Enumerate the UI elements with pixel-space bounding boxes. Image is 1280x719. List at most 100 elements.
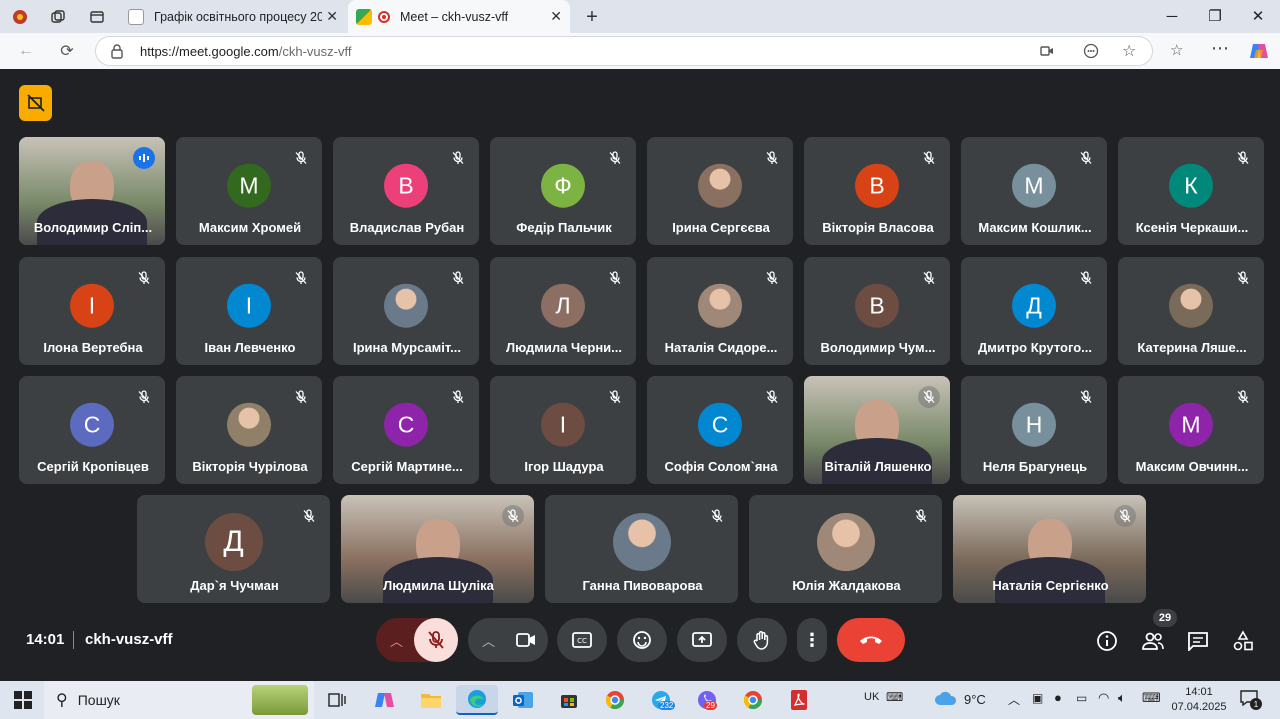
viber-icon[interactable]: 29 — [692, 685, 722, 715]
participant-tile[interactable]: С Сергій Мартине... — [333, 376, 479, 484]
chat-button[interactable] — [1186, 629, 1210, 653]
participant-tile[interactable]: В Вікторія Власова — [804, 137, 950, 245]
participant-tile[interactable]: С Сергій Кропівцев — [19, 376, 165, 484]
workspaces-icon[interactable] — [47, 6, 69, 28]
participant-tile[interactable]: С Софія Солом`яна — [647, 376, 793, 484]
lock-icon[interactable] — [110, 43, 124, 64]
file-explorer-icon[interactable] — [416, 685, 446, 715]
participant-tile[interactable]: Віталій Ляшенко — [804, 376, 950, 484]
more-options-button[interactable]: ⋮ — [797, 618, 827, 662]
favorites-icon[interactable]: ☆ — [1170, 41, 1183, 59]
participant-tile[interactable]: В Володимир Чум... — [804, 257, 950, 365]
battery-icon[interactable]: ▭ — [1076, 691, 1087, 705]
participant-tile[interactable]: Юлія Жалдакова — [749, 495, 942, 603]
reload-icon[interactable]: ⟳ — [57, 41, 77, 61]
leave-call-button[interactable] — [837, 618, 905, 662]
participant-tile[interactable]: Наталія Сергієнко — [953, 495, 1146, 603]
chrome-profile-icon[interactable] — [600, 685, 630, 715]
more-options-icon[interactable]: ⋯ — [1211, 38, 1229, 59]
pdf-reader-icon[interactable] — [784, 685, 814, 715]
microphone-muted-icon — [447, 147, 469, 169]
meeting-details-button[interactable] — [1095, 629, 1119, 653]
participant-tile[interactable]: Вікторія Чурілова — [176, 376, 322, 484]
windows-taskbar: ⚲ Пошук 232 29 UK ⌨ 9°C ︿ ▣ ● ▭ ◠ 🔈︎ ⌨ 1… — [0, 681, 1280, 719]
task-view-icon[interactable] — [322, 685, 352, 715]
participant-tile[interactable]: М Максим Кошлик... — [961, 137, 1107, 245]
people-button[interactable] — [1141, 629, 1165, 653]
system-clock[interactable]: 14:01 07.04.2025 — [1170, 685, 1228, 715]
microphone-muted-icon — [918, 386, 940, 408]
participant-tile[interactable]: Ганна Пивоварова — [545, 495, 738, 603]
participant-tile[interactable]: І Іван Левченко — [176, 257, 322, 365]
microphone-off-icon — [428, 631, 444, 649]
participant-tile[interactable]: Ірина Сергєєва — [647, 137, 793, 245]
raise-hand-button[interactable] — [737, 618, 787, 662]
close-tab-icon[interactable]: ✕ — [326, 8, 338, 25]
tab-meet[interactable]: Meet – ckh-vusz-vff ✕ — [348, 0, 570, 33]
reactions-button[interactable] — [617, 618, 667, 662]
audio-options-button[interactable]: ︿ — [376, 618, 458, 662]
recording-icon — [378, 10, 390, 23]
address-bar[interactable]: https://meet.google.com/ckh-vusz-vff ☆ — [95, 36, 1153, 66]
camera-tray-icon[interactable]: ▣ — [1032, 691, 1043, 705]
participant-name: Федір Пальчик — [516, 220, 612, 235]
volume-icon[interactable]: 🔈︎ — [1118, 690, 1126, 706]
present-screen-button[interactable] — [677, 618, 727, 662]
close-tab-icon[interactable]: ✕ — [550, 8, 562, 25]
participant-tile[interactable]: Л Людмила Черни... — [490, 257, 636, 365]
participant-tile[interactable]: Д Дмитро Крутого... — [961, 257, 1107, 365]
participant-tile[interactable]: М Максим Овчинн... — [1118, 376, 1264, 484]
emoji-icon[interactable] — [1083, 43, 1099, 64]
participant-name: Максим Кошлик... — [978, 220, 1092, 235]
video-options-button[interactable]: ︿ — [468, 618, 548, 662]
maximize-icon[interactable]: ❐ — [1195, 4, 1235, 28]
profile-icon[interactable] — [9, 6, 31, 28]
back-icon[interactable]: ← — [16, 41, 36, 61]
tab-schedule[interactable]: Графік освітнього процесу 2024 ✕ — [120, 0, 346, 33]
edge-app-icon[interactable] — [456, 685, 498, 715]
wifi-icon[interactable]: ◠ — [1098, 690, 1109, 706]
microphone-muted-icon — [290, 147, 312, 169]
activities-button[interactable] — [1231, 629, 1255, 653]
cloud-icon[interactable] — [934, 690, 958, 711]
keyboard-icon[interactable]: ⌨ — [886, 690, 903, 704]
language-indicator[interactable]: UK — [864, 691, 879, 703]
microphone-off-button[interactable] — [414, 618, 458, 662]
no-captions-badge-icon[interactable] — [19, 85, 52, 121]
store-icon[interactable] — [554, 685, 584, 715]
start-button[interactable] — [8, 685, 38, 715]
camera-in-use-icon[interactable] — [1040, 44, 1054, 63]
participant-tile[interactable]: І Ілона Вертебна — [19, 257, 165, 365]
tab-actions-icon[interactable] — [86, 6, 108, 28]
participant-tile[interactable]: М Максим Хромей — [176, 137, 322, 245]
participant-tile[interactable]: Н Неля Брагунець — [961, 376, 1107, 484]
participant-tile[interactable]: В Владислав Рубан — [333, 137, 479, 245]
captions-button[interactable]: CC — [557, 618, 607, 662]
weather-temperature[interactable]: 9°C — [964, 692, 986, 707]
show-hidden-icons-icon[interactable]: ︿ — [1008, 691, 1020, 708]
participant-tile[interactable]: Людмила Шуліка — [341, 495, 534, 603]
participant-tile[interactable]: К Ксенія Черкаши... — [1118, 137, 1264, 245]
notifications-icon[interactable]: 1 — [1240, 690, 1262, 710]
chrome-icon[interactable] — [738, 685, 768, 715]
close-window-icon[interactable]: ✕ — [1238, 4, 1278, 28]
participant-tile[interactable]: Ф Федір Пальчик — [490, 137, 636, 245]
favorite-star-icon[interactable]: ☆ — [1122, 41, 1136, 61]
camera-button[interactable] — [504, 618, 548, 662]
copilot-icon[interactable] — [1248, 40, 1270, 67]
telegram-icon[interactable]: 232 — [646, 685, 676, 715]
taskbar-search[interactable]: ⚲ Пошук — [44, 681, 314, 719]
new-tab-icon[interactable]: + — [581, 6, 603, 28]
microphone-tray-icon[interactable]: ● — [1054, 690, 1062, 705]
copilot-app-icon[interactable] — [370, 685, 400, 715]
participant-tile[interactable]: Д Дар`я Чучман — [137, 495, 330, 603]
participant-tile[interactable]: Катерина Ляше... — [1118, 257, 1264, 365]
participant-tile[interactable]: І Ігор Шадура — [490, 376, 636, 484]
minimize-icon[interactable]: ─ — [1152, 4, 1192, 28]
outlook-icon[interactable] — [508, 685, 538, 715]
participant-tile[interactable]: Володимир Сліп... — [19, 137, 165, 245]
input-keyboard-icon[interactable]: ⌨ — [1142, 690, 1161, 706]
participant-tile[interactable]: Ірина Мурсаміт... — [333, 257, 479, 365]
participant-name: Сергій Мартине... — [351, 459, 463, 474]
participant-tile[interactable]: Наталія Сидоре... — [647, 257, 793, 365]
